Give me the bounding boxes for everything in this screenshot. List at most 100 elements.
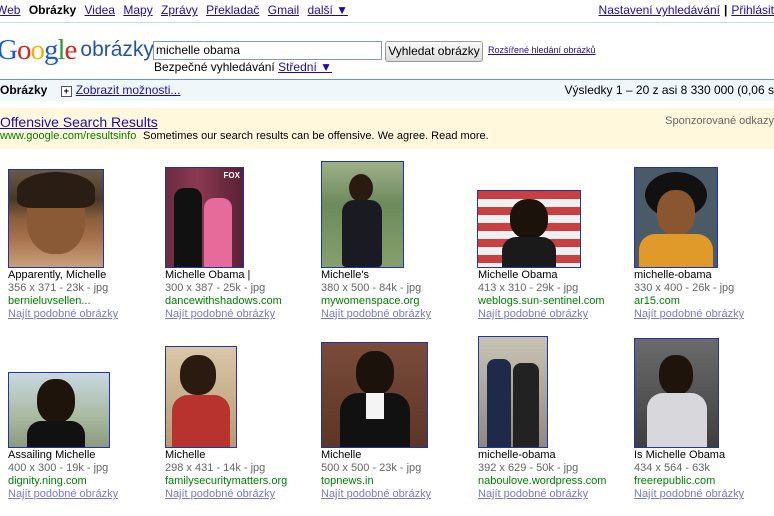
result-thumbnail[interactable] [478,336,548,448]
thumbnail-image [180,355,216,395]
result-thumbnail[interactable] [634,167,718,268]
result-domain[interactable]: bernieluvsellen... [8,295,118,308]
find-similar-link[interactable]: Najít podobné obrázky [165,308,282,321]
ad-url: www.google.com/resultsinfo [0,130,137,142]
sponsored-ad: Offensive Search Results www.google.com/… [0,108,774,149]
result-title[interactable]: Michelle Obama [478,269,605,282]
search-settings-link[interactable]: Nastavení vyhledávání [599,3,720,17]
show-options-link[interactable]: Zobrazit možnosti... [76,83,181,97]
find-similar-link[interactable]: Najít podobné obrázky [478,308,605,321]
thumbnail-image [657,190,695,236]
thumbnail-image [647,393,707,447]
result-thumbnail[interactable] [165,346,237,448]
result-thumbnail[interactable] [634,338,719,448]
result-domain[interactable]: weblogs.sun-sentinel.com [478,295,605,308]
search-images-button[interactable]: Vyhledat obrázky [385,41,483,62]
result-title[interactable]: michelle-obama [634,269,744,282]
result-thumbnail[interactable] [321,161,404,268]
google-images-logo[interactable]: Google obrázky [0,34,154,67]
find-similar-link[interactable]: Najít podobné obrázky [165,488,287,501]
find-similar-link[interactable]: Najít podobné obrázky [478,488,606,501]
result-caption: Assailing Michelle 400 x 300 - 19k - jpg… [8,449,118,501]
ad-description: Sometimes our search results can be offe… [143,130,489,142]
result-title[interactable]: Assailing Michelle [8,449,118,462]
result-caption: Michelle Obama | 300 x 387 - 25k - jpg d… [165,269,282,321]
thumbnail-image [204,198,232,267]
top-nav-links: Web Obrázky Videa Mapy Zprávy Překladač … [0,3,353,17]
result-domain[interactable]: ar15.com [634,295,744,308]
safe-search: Bezpečné vyhledávání Střední ▼ [154,60,332,74]
result-title[interactable]: Michelle Obama | [165,269,282,282]
advanced-image-search-link[interactable]: Rozšířené hledání obrázků [488,45,596,55]
result-meta: 380 x 500 - 84k - jpg [321,282,422,294]
sign-in-link[interactable]: Přihlásit [731,3,774,17]
result-domain[interactable]: naboulove.wordpress.com [478,475,606,488]
plus-icon[interactable]: + [60,86,72,97]
thumbnail-image [172,395,230,447]
thumbnail-image [342,200,382,267]
search-input[interactable]: michelle obama [153,41,382,60]
result-title[interactable]: Apparently, Michelle [8,269,118,282]
result-thumbnail[interactable] [321,342,428,448]
result-meta: 434 x 564 - 63k [634,462,710,474]
thumbnail-image [17,172,95,208]
nav-gmail[interactable]: Gmail [268,3,299,17]
find-similar-link[interactable]: Najít podobné obrázky [8,488,118,501]
result-domain[interactable]: familysecuritymatters.org [165,475,287,488]
result-thumbnail[interactable] [477,190,581,268]
result-thumbnail[interactable] [8,169,104,268]
result-caption: Michelle Obama 413 x 310 - 29k - jpg web… [478,269,605,321]
thumbnail-image [502,237,556,267]
nav-translate[interactable]: Překladač [206,3,259,17]
thumbnail-image [27,421,85,447]
nav-maps[interactable]: Mapy [123,3,152,17]
nav-images: Obrázky [28,3,77,17]
find-similar-link[interactable]: Najít podobné obrázky [8,308,118,321]
nav-videos[interactable]: Videa [85,3,115,17]
result-caption: michelle-obama 392 x 629 - 50k - jpg nab… [478,449,606,501]
find-similar-link[interactable]: Najít podobné obrázky [321,308,431,321]
result-meta: 500 x 500 - 23k - jpg [321,462,422,474]
safe-search-label: Bezpečné vyhledávání [154,60,275,74]
top-navigation-bar: Web Obrázky Videa Mapy Zprávy Překladač … [0,0,774,23]
result-title[interactable]: Michelle's [321,269,431,282]
nav-news[interactable]: Zprávy [161,3,198,17]
ad-title[interactable]: Offensive Search Results [0,114,158,130]
result-domain[interactable]: dancewithshadows.com [165,295,282,308]
results-summary: Výsledky 1 – 20 z asi 8 330 000 (0,06 s [564,83,774,97]
result-thumbnail[interactable]: FOX [165,167,244,268]
separator: | [723,3,728,17]
result-domain[interactable]: freerepublic.com [634,475,744,488]
result-title[interactable]: Is Michelle Obama [634,449,744,462]
safe-search-dropdown[interactable]: Střední ▼ [278,60,332,74]
result-meta: 300 x 387 - 25k - jpg [165,282,266,294]
thumbnail-image [37,379,75,423]
result-domain[interactable]: dignity.ning.com [8,475,118,488]
result-thumbnail[interactable] [8,372,110,448]
thumbnail-image [510,199,548,239]
result-domain[interactable]: mywomenspace.org [321,295,431,308]
thumbnail-image [366,393,384,419]
nav-more-dropdown[interactable]: další ▼ [307,3,348,17]
section-title: Obrázky [0,83,48,97]
result-caption: Is Michelle Obama 434 x 564 - 63k freere… [634,449,744,501]
result-caption: Apparently, Michelle 356 x 371 - 23k - j… [8,269,118,321]
result-title[interactable]: michelle-obama [478,449,606,462]
find-similar-link[interactable]: Najít podobné obrázky [634,308,744,321]
thumbnail-image [174,188,202,267]
thumbnail-image [349,174,373,202]
result-domain[interactable]: topnews.in [321,475,431,488]
thumbnail-image: FOX [223,171,240,180]
results-bar: Obrázky + Zobrazit možnosti... Výsledky 1… [0,79,774,101]
nav-web[interactable]: Web [0,3,20,17]
result-caption: Michelle's 380 x 500 - 84k - jpg mywomen… [321,269,431,321]
find-similar-link[interactable]: Najít podobné obrázky [321,488,431,501]
result-meta: 392 x 629 - 50k - jpg [478,462,579,474]
result-title[interactable]: Michelle [321,449,431,462]
result-meta: 298 x 431 - 14k - jpg [165,462,266,474]
result-title[interactable]: Michelle [165,449,287,462]
thumbnail-image [487,359,511,447]
find-similar-link[interactable]: Najít podobné obrázky [634,488,744,501]
result-caption: Michelle 500 x 500 - 23k - jpg topnews.i… [321,449,431,501]
thumbnail-image [356,351,394,395]
